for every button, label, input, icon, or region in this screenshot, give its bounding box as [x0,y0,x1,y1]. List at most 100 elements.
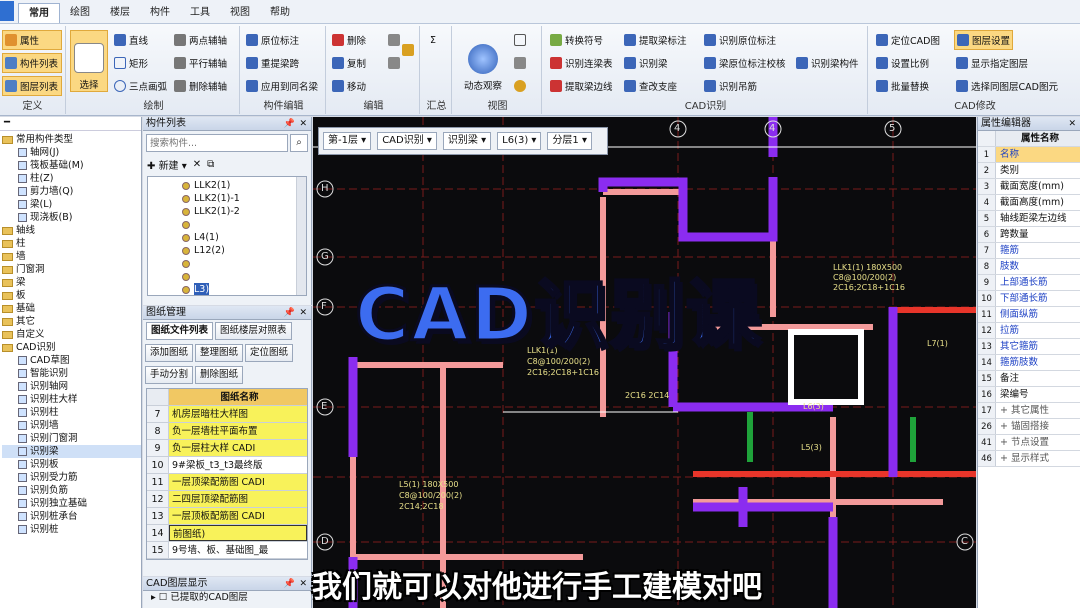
property-row[interactable]: 4 截面高度(mm) [978,195,1080,211]
cad-drawing-canvas[interactable]: H G F E D C 4 4 5 LLK1(1) 180X500 C8@100/… [313,117,976,608]
layer-list-button[interactable]: 图层列表 [2,76,62,96]
property-row[interactable]: 41 + 节点设置 [978,435,1080,451]
apply-same-name-button[interactable]: 应用到同名梁 [244,76,320,96]
manual-split-button[interactable]: 手动分割 [145,366,194,384]
component-list-item[interactable]: L4(1) [182,231,306,244]
tree-item[interactable]: 基础 [2,302,141,315]
property-row[interactable]: 8 肢数 [978,259,1080,275]
cad-layer-extracted[interactable]: ▸ ☐ 已提取的CAD图层 [143,591,311,604]
menu-tab-help[interactable]: 帮助 [260,3,300,23]
tree-item[interactable]: 门窗洞 [2,263,141,276]
tree-item[interactable]: 自定义 [2,328,141,341]
component-list-item[interactable] [182,257,306,270]
tree-item[interactable]: 现浇板(B) [2,211,141,224]
tree-item[interactable]: CAD草图 [2,354,141,367]
tree-item[interactable]: 识别轴网 [2,380,141,393]
property-row[interactable]: 14 箍筋肢数 [978,355,1080,371]
component-list-item[interactable]: LLK2(1) [182,179,306,192]
type-select[interactable]: 识别梁 ▾ [442,132,492,150]
property-row[interactable]: 6 跨数量 [978,227,1080,243]
tree-item[interactable]: 智能识别 [2,367,141,380]
dynamic-view-button[interactable]: 动态观察 [460,34,506,92]
recognize-beam-component-button[interactable]: 识别梁构件 [794,53,861,73]
check-support-button[interactable]: 查改支座 [622,76,679,96]
tree-item[interactable]: 梁 [2,276,141,289]
tree-item[interactable]: 识别负筋 [2,484,141,497]
tree-item[interactable]: 识别墙 [2,419,141,432]
property-row[interactable]: 17 + 其它属性 [978,403,1080,419]
tree-item[interactable]: 梁(L) [2,198,141,211]
arc-button[interactable]: 三点画弧 [112,76,169,96]
layer-settings-button[interactable]: 图层设置 [954,30,1014,50]
tree-item[interactable]: 识别板 [2,458,141,471]
repick-span-button[interactable]: 重提梁跨 [244,53,301,73]
verify-in-situ-label-button[interactable]: 梁原位标注校核 [702,53,788,73]
close-icon[interactable]: ✕ [299,577,307,591]
drawing-row[interactable]: 13 一层顶板配筋图 CADI [147,508,307,525]
property-row[interactable]: 7 箍筋 [978,243,1080,259]
batch-replace-button[interactable]: 批量替换 [874,76,931,96]
tree-item[interactable]: CAD识别 [2,341,141,354]
close-icon[interactable]: ✕ [299,306,307,320]
set-scale-button[interactable]: 设置比例 [874,53,931,73]
parallel-axis-button[interactable]: 平行辅轴 [172,53,229,73]
property-row[interactable]: 2 类别 [978,163,1080,179]
menu-tab-floor[interactable]: 楼层 [100,3,140,23]
menu-tab-tools[interactable]: 工具 [180,3,220,23]
delete-button[interactable]: 删除 [330,30,368,50]
locate-drawing-button[interactable]: 定位图纸 [245,344,294,362]
move-button[interactable]: 移动 [330,76,368,96]
view-layer-button[interactable] [512,53,528,73]
tree-item[interactable]: 剪力墙(Q) [2,185,141,198]
menu-tab-draw[interactable]: 绘图 [60,3,100,23]
organize-drawing-button[interactable]: 整理图纸 [195,344,244,362]
select-same-layer-button[interactable]: 选择同图层CAD图元 [954,76,1060,96]
property-row[interactable]: 1 名称 [978,147,1080,163]
delete-component-icon[interactable]: ✕ [193,159,201,170]
in-situ-label-button[interactable]: 原位标注 [244,30,301,50]
component-list-item-selected[interactable]: L3) [182,283,306,295]
show-layer-button[interactable]: 显示指定图层 [954,53,1030,73]
tree-item[interactable]: 识别柱 [2,406,141,419]
drawing-row[interactable]: 11 一层顶梁配筋图 CADI [147,474,307,491]
close-icon[interactable]: ✕ [299,117,307,131]
recognize-link-beam-table-button[interactable]: 识别连梁表 [548,53,615,73]
new-component-button[interactable]: ✚ 新建 ▾ [147,157,187,172]
tree-item[interactable]: 识别梁 [2,445,141,458]
tab-drawing-files[interactable]: 图纸文件列表 [146,322,214,340]
property-row[interactable]: 12 拉筋 [978,323,1080,339]
component-list-item[interactable] [182,270,306,283]
tree-item[interactable]: 识别独立基础 [2,497,141,510]
property-row[interactable]: 10 下部通长筋 [978,291,1080,307]
lock-button[interactable] [400,40,416,60]
two-point-axis-button[interactable]: 两点辅轴 [172,30,229,50]
component-list-item[interactable]: L12(2) [182,244,306,257]
tree-item[interactable]: 其它 [2,315,141,328]
property-row[interactable]: 5 轴线距梁左边线 [978,211,1080,227]
tree-item[interactable]: 柱 [2,237,141,250]
tree-item[interactable]: 柱(Z) [2,172,141,185]
tree-item[interactable]: 轴网(J) [2,146,141,159]
tree-item[interactable]: 轴线 [2,224,141,237]
property-button[interactable]: 属性 [2,30,62,50]
drawing-row[interactable]: 10 9#梁板_t3_t3最终版 [147,457,307,474]
tree-item[interactable]: 识别受力筋 [2,471,141,484]
property-row[interactable]: 16 梁编号 [978,387,1080,403]
delete-axis-button[interactable]: 删除辅轴 [172,76,229,96]
copy-button[interactable]: 复制 [330,53,368,73]
recognize-in-situ-label-button[interactable]: 识别原位标注 [702,30,778,50]
locate-cad-button[interactable]: 定位CAD图 [874,30,942,50]
mode-select[interactable]: CAD识别 ▾ [377,132,437,150]
view-rotate-button[interactable] [512,76,528,96]
property-row[interactable]: 46 + 显示样式 [978,451,1080,467]
property-row[interactable]: 13 其它箍筋 [978,339,1080,355]
tree-item[interactable]: 识别桩 [2,523,141,536]
tree-item[interactable]: 识别柱大样 [2,393,141,406]
component-list-scrollbar[interactable] [296,177,306,295]
property-row[interactable]: 11 侧面纵筋 [978,307,1080,323]
pin-icon[interactable]: 📌 [284,306,295,320]
menu-tab-view[interactable]: 视图 [220,3,260,23]
drawing-row[interactable]: 12 二四层顶梁配筋图 [147,491,307,508]
line-button[interactable]: 直线 [112,30,150,50]
rect-button[interactable]: 矩形 [112,53,150,73]
